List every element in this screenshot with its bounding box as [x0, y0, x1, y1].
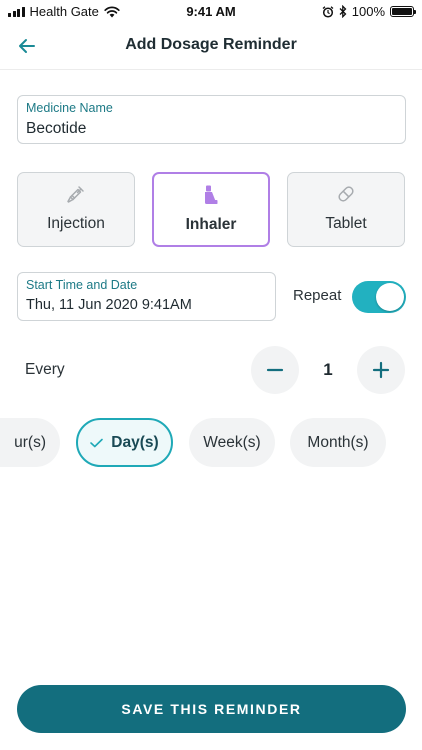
start-time-label: Start Time and Date	[26, 278, 138, 292]
start-time-value: Thu, 11 Jun 2020 9:41AM	[26, 297, 192, 313]
chip-weeks-label: Week(s)	[203, 433, 261, 451]
pill-icon	[338, 186, 354, 202]
chip-months-label: Month(s)	[307, 433, 369, 451]
battery-icon	[390, 6, 416, 17]
increment-button[interactable]	[357, 346, 405, 394]
start-time-field[interactable]: Start Time and Date Thu, 11 Jun 2020 9:4…	[17, 272, 276, 321]
type-injection-label: Injection	[47, 215, 105, 232]
status-right: 100%	[322, 4, 416, 19]
medicine-name-value: Becotide	[26, 120, 87, 137]
syringe-icon	[67, 186, 84, 203]
type-injection-button[interactable]: Injection	[17, 172, 135, 247]
medicine-name-label: Medicine Name	[26, 101, 113, 115]
every-label: Every	[25, 361, 65, 378]
nav-header: Add Dosage Reminder	[0, 24, 422, 70]
save-reminder-button[interactable]: SAVE THIS REMINDER	[17, 685, 406, 733]
battery-percent: 100%	[351, 4, 385, 19]
type-inhaler-label: Inhaler	[185, 216, 237, 233]
repeat-toggle[interactable]	[352, 281, 406, 313]
toggle-knob	[376, 283, 404, 311]
chip-months[interactable]: Month(s)	[290, 418, 386, 467]
chip-hours-label: ur(s)	[14, 433, 46, 451]
page-title: Add Dosage Reminder	[125, 36, 297, 53]
inhaler-icon	[205, 185, 218, 204]
type-tablet-button[interactable]: Tablet	[287, 172, 405, 247]
chip-days[interactable]: Day(s)	[76, 418, 173, 467]
medicine-name-field[interactable]: Medicine Name Becotide	[17, 95, 406, 144]
interval-chip-row[interactable]: ur(s) Day(s) Week(s) Month(s)	[0, 418, 422, 468]
decrement-button[interactable]	[251, 346, 299, 394]
type-inhaler-button[interactable]: Inhaler	[152, 172, 270, 247]
chip-hours[interactable]: ur(s)	[0, 418, 60, 467]
alarm-icon	[322, 5, 334, 18]
bluetooth-icon	[339, 5, 347, 18]
minus-icon	[266, 368, 284, 372]
checkmark-icon	[90, 438, 104, 447]
chip-weeks[interactable]: Week(s)	[189, 418, 275, 467]
status-bar: Health Gate 9:41 AM 100%	[0, 0, 422, 24]
chip-days-label: Day(s)	[111, 433, 159, 451]
type-tablet-label: Tablet	[325, 215, 367, 232]
every-count-value: 1	[323, 360, 333, 379]
repeat-label: Repeat	[293, 287, 342, 304]
plus-icon	[372, 361, 390, 379]
